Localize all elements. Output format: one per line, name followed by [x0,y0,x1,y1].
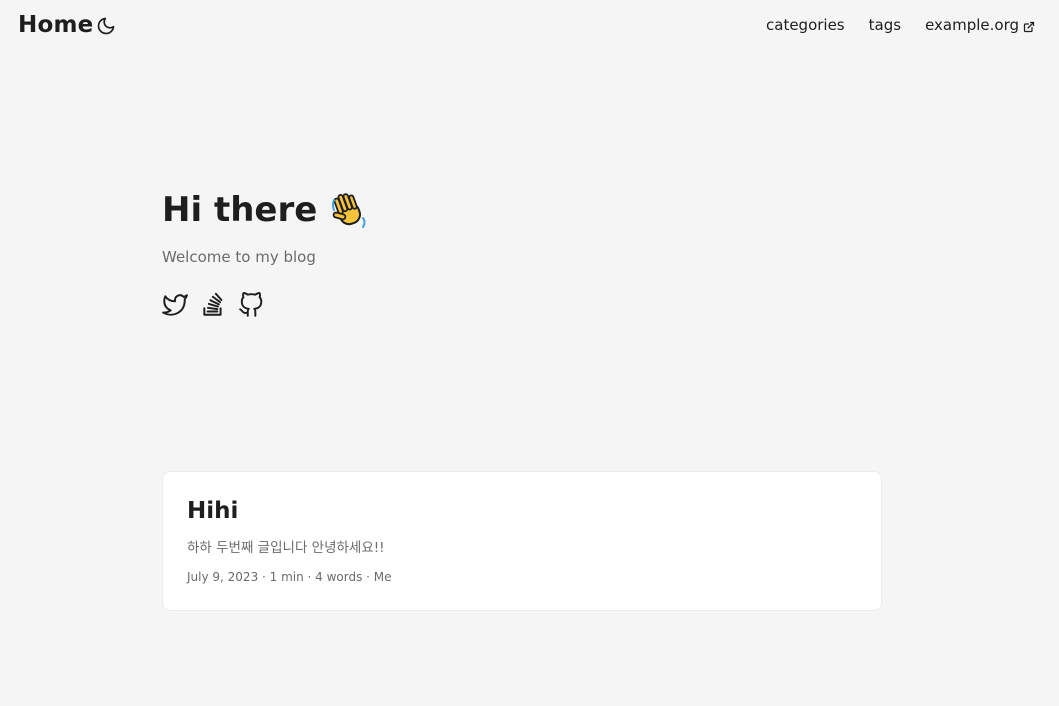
site-header: Home categories tags example.org [0,0,1059,54]
home-info: Hi there Welcome to my blog [162,190,882,318]
nav-external-label: example.org [925,16,1019,34]
post-meta: July 9, 2023 · 1 min · 4 words · Me [187,570,392,584]
nav-tags[interactable]: tags [869,16,901,34]
nav-tags-label: tags [868,16,902,34]
main-nav: categories tags example.org [766,16,1035,34]
waving-hand-icon [329,190,369,230]
nav-categories-label: categories [766,16,845,34]
github-icon[interactable] [238,292,264,318]
moon-icon[interactable] [96,16,116,36]
external-link-icon [1023,19,1035,33]
page-subtitle: Welcome to my blog [162,248,316,266]
post-title: Hihi [187,498,239,524]
post-summary: 하하 두번째 글입니다 안녕하세요!! [187,540,385,556]
stackoverflow-icon[interactable] [200,292,226,318]
nav-external-link[interactable]: example.org [925,16,1035,34]
nav-categories[interactable]: categories [766,16,845,34]
post-card[interactable]: Hihi 하하 두번째 글입니다 안녕하세요!! July 9, 2023 · … [162,471,882,611]
twitter-icon[interactable] [162,292,188,318]
page-title-text: Hi there [162,190,318,230]
page-title: Hi there [162,190,882,230]
home-logo-link[interactable]: Home [18,12,93,38]
social-icons [162,292,882,318]
